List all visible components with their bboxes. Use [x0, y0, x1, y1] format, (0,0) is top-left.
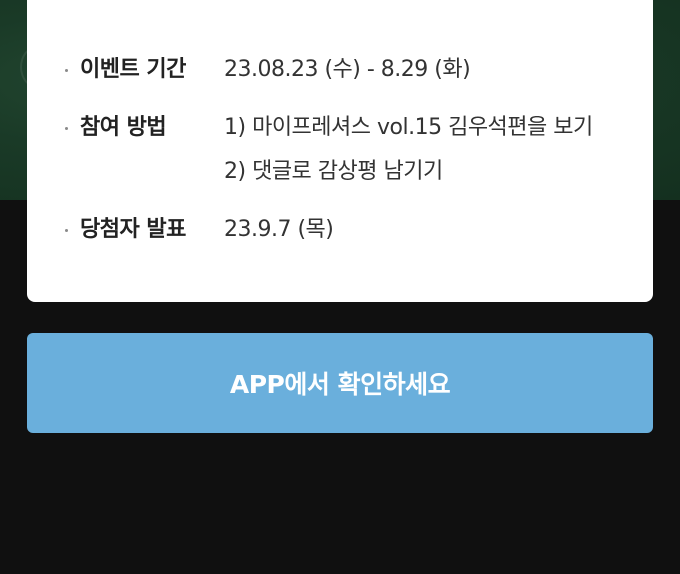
participation-method-label: 참여 방법	[80, 115, 167, 140]
participation-step-1: 1) 마이프레셔스 vol.15 김우석편을 보기	[224, 115, 593, 140]
participation-step-2: 2) 댓글로 감상평 남기기	[224, 159, 443, 184]
open-app-button[interactable]: APP에서 확인하세요	[27, 333, 653, 433]
winner-announcement-label: 당첨자 발표	[80, 217, 186, 242]
bullet-dot-icon	[65, 229, 68, 232]
bullet-dot-icon	[65, 69, 68, 72]
event-period-value: 23.08.23 (수) - 8.29 (화)	[224, 57, 471, 82]
winner-announcement-value: 23.9.7 (목)	[224, 217, 334, 242]
event-info-card: 이벤트 기간 23.08.23 (수) - 8.29 (화) 참여 방법 1) …	[27, 0, 653, 302]
event-period-label: 이벤트 기간	[80, 57, 186, 82]
bullet-dot-icon	[65, 127, 68, 130]
